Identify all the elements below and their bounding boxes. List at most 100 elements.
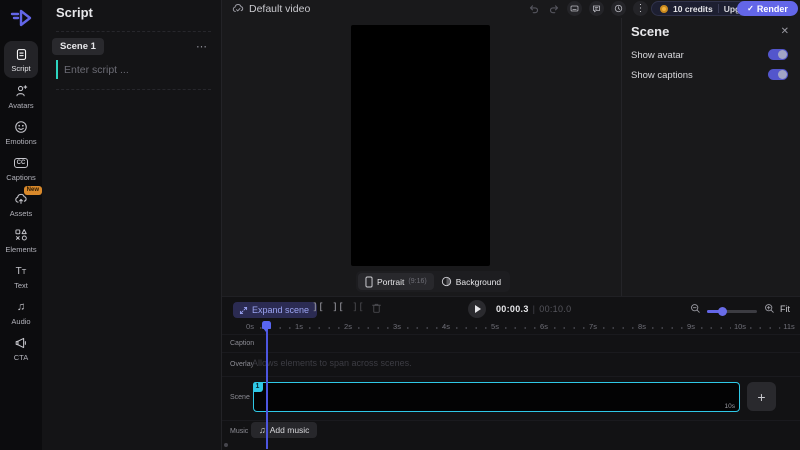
- script-input-placeholder: Enter script ...: [64, 63, 129, 76]
- render-button-label: Render: [756, 3, 788, 14]
- megaphone-icon: [14, 336, 28, 350]
- show-avatar-toggle[interactable]: [768, 49, 788, 60]
- text-icon: TT: [15, 265, 27, 277]
- sidebar-item-label: CTA: [13, 353, 29, 362]
- background-circle-icon: [441, 276, 451, 287]
- app-logo-icon[interactable]: [9, 7, 33, 29]
- undo-icon[interactable]: [528, 3, 540, 15]
- playhead-line[interactable]: [266, 323, 268, 449]
- scene-clip-index-badge: 1: [252, 381, 263, 392]
- background-label: Background: [455, 276, 502, 287]
- icon-sidebar: Script Avatars Emotions CC Captions New …: [0, 0, 42, 450]
- scene-clip[interactable]: 1 10s: [252, 381, 740, 412]
- ruler-label: 7s: [586, 322, 600, 332]
- sidebar-item-emotions[interactable]: Emotions: [0, 120, 42, 146]
- scene-panel-title: Scene: [631, 24, 670, 39]
- sidebar-item-label: Captions: [6, 173, 36, 182]
- add-music-label: Add music: [269, 425, 310, 435]
- row-divider: [222, 376, 800, 377]
- video-preview-canvas[interactable]: [351, 25, 490, 266]
- play-icon: [475, 305, 481, 313]
- zoom-out-icon[interactable]: [690, 303, 701, 314]
- music-note-icon: ♫: [16, 301, 26, 313]
- sidebar-item-label: Emotions: [5, 137, 37, 146]
- project-title[interactable]: Default video: [249, 3, 310, 15]
- delete-icon[interactable]: [371, 302, 382, 314]
- script-input[interactable]: Enter script ...: [56, 60, 129, 79]
- divider: [717, 4, 719, 13]
- sidebar-item-script[interactable]: Script: [4, 41, 38, 78]
- sidebar-item-label: Audio: [11, 317, 31, 326]
- ruler-label: 8s: [635, 322, 649, 332]
- trim-left-icon[interactable]: ][: [332, 303, 344, 313]
- portrait-mode-button[interactable]: Portrait (9:16): [358, 273, 434, 290]
- script-icon: [15, 47, 28, 61]
- render-button[interactable]: ✓ Render: [737, 1, 798, 16]
- fit-button[interactable]: Fit: [780, 304, 790, 314]
- playhead-handle[interactable]: [262, 321, 271, 332]
- scene-settings-panel: Scene ✕ Show avatar Show captions: [621, 18, 800, 296]
- overlay-track-label: Overlay: [230, 361, 255, 368]
- expand-icon: [239, 306, 248, 314]
- zoom-in-icon[interactable]: [764, 303, 775, 314]
- ruler-label: 1s: [292, 322, 306, 332]
- toggle-knob: [778, 70, 787, 79]
- sidebar-item-captions[interactable]: CC Captions: [0, 156, 42, 182]
- background-button[interactable]: Background: [434, 273, 508, 290]
- scene-menu-ellipsis-icon[interactable]: ⋯: [196, 40, 208, 53]
- ruler-label: 5s: [488, 322, 502, 332]
- ruler-label: 11s: [780, 322, 798, 332]
- history-clock-button[interactable]: [611, 1, 626, 16]
- ruler-label: 2s: [341, 322, 355, 332]
- sidebar-item-label: Assets: [9, 209, 33, 218]
- timeline-zoom-slider[interactable]: [707, 306, 757, 316]
- sidebar-item-audio[interactable]: ♫ Audio: [0, 300, 42, 326]
- ruler-ticks[interactable]: [250, 327, 794, 329]
- coin-icon: [660, 4, 668, 13]
- show-avatar-label: Show avatar: [631, 50, 684, 61]
- ruler-label: 9s: [684, 322, 698, 332]
- close-icon[interactable]: ✕: [781, 26, 789, 37]
- comments-button[interactable]: [589, 1, 604, 16]
- expand-scene-button[interactable]: Expand scene: [233, 302, 318, 318]
- keyboard-shortcuts-button[interactable]: [567, 1, 582, 16]
- sidebar-item-avatars[interactable]: Avatars: [0, 84, 42, 110]
- ruler-label: 6s: [537, 322, 551, 332]
- play-button[interactable]: [468, 300, 486, 318]
- expand-scene-label: Expand scene: [252, 305, 310, 315]
- sidebar-item-cta[interactable]: CTA: [0, 336, 42, 362]
- sidebar-item-text[interactable]: TT Text: [0, 264, 42, 291]
- current-time: 00:00.3: [496, 304, 529, 314]
- phone-icon: [365, 275, 373, 288]
- sidebar-item-assets[interactable]: New Assets: [0, 186, 42, 218]
- timeline: Expand scene ][ ][ ][ 00:00.3 | 00:10.0 Fi…: [222, 296, 800, 450]
- plus-icon: +: [757, 388, 766, 405]
- row-divider: [222, 352, 800, 353]
- video-editor-app: Script Avatars Emotions CC Captions New …: [0, 0, 800, 450]
- scene-track-label: Scene: [230, 394, 250, 401]
- ruler-label: 10s: [730, 322, 750, 332]
- add-scene-button[interactable]: +: [747, 382, 776, 411]
- overflow-menu-button[interactable]: ⋮: [633, 1, 648, 16]
- add-music-button[interactable]: ♫ Add music: [251, 422, 318, 438]
- slider-knob[interactable]: [718, 306, 727, 316]
- show-captions-toggle[interactable]: [768, 69, 788, 80]
- scene-chip[interactable]: Scene 1: [52, 38, 104, 55]
- sidebar-item-label: Elements: [5, 245, 37, 254]
- topbar: Default video ⋮ 10 credits Upgrade ✓ Ren…: [222, 0, 800, 18]
- ruler-label: 0s: [243, 322, 257, 332]
- emotions-icon: [14, 120, 28, 134]
- stage-mode-switcher: Portrait (9:16) Background: [356, 271, 511, 292]
- divider: [56, 31, 211, 32]
- sidebar-item-elements[interactable]: Elements: [0, 228, 42, 254]
- show-captions-label: Show captions: [631, 70, 693, 81]
- caption-track-label: Caption: [230, 340, 255, 347]
- split-clip-icon[interactable]: ][: [312, 303, 324, 313]
- ruler-label: 3s: [390, 322, 404, 332]
- shapes-icon: [14, 228, 28, 242]
- time-separator: |: [532, 304, 536, 314]
- trim-right-icon[interactable]: ][: [352, 303, 364, 313]
- row-divider: [222, 334, 800, 335]
- redo-icon[interactable]: [548, 3, 560, 15]
- captions-icon: CC: [13, 156, 29, 170]
